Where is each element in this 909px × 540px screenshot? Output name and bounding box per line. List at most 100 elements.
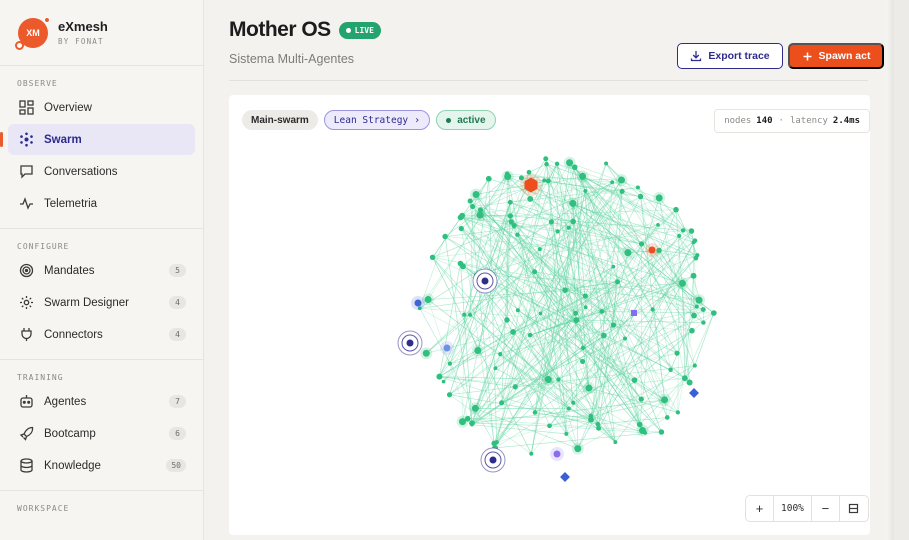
- agent-node[interactable]: [544, 161, 549, 167]
- connector-node[interactable]: [560, 472, 570, 482]
- agent-node[interactable]: [429, 254, 436, 261]
- agent-node[interactable]: [610, 322, 617, 328]
- agent-node[interactable]: [574, 445, 582, 453]
- agent-node[interactable]: [422, 349, 430, 357]
- agent-node[interactable]: [710, 310, 717, 316]
- agent-node[interactable]: [566, 406, 571, 411]
- agent-node[interactable]: [638, 241, 645, 247]
- agent-node[interactable]: [604, 161, 609, 166]
- agent-node[interactable]: [507, 199, 513, 205]
- agent-node[interactable]: [544, 376, 552, 384]
- agent-node[interactable]: [515, 232, 520, 237]
- agent-node[interactable]: [545, 178, 551, 184]
- agent-node[interactable]: [690, 272, 697, 279]
- agent-node[interactable]: [650, 307, 655, 312]
- agent-node[interactable]: [447, 361, 453, 366]
- agent-node[interactable]: [656, 222, 660, 227]
- agent-node[interactable]: [470, 204, 476, 210]
- agent-node[interactable]: [548, 219, 554, 225]
- special-agent-node[interactable]: [648, 246, 656, 254]
- agent-node[interactable]: [527, 332, 533, 338]
- mandate-node[interactable]: [631, 310, 637, 316]
- agent-node[interactable]: [701, 320, 706, 325]
- sidebar-item-swarm-designer[interactable]: Swarm Designer 4: [8, 287, 195, 318]
- agent-node[interactable]: [537, 247, 542, 252]
- agent-node[interactable]: [573, 317, 580, 323]
- special-agent-node[interactable]: [414, 299, 422, 307]
- agent-node[interactable]: [570, 218, 576, 225]
- agent-node[interactable]: [442, 233, 448, 240]
- agent-node[interactable]: [476, 211, 484, 219]
- brand[interactable]: XM eXmesh BY FONAT: [0, 0, 203, 66]
- agent-node[interactable]: [588, 416, 594, 423]
- agent-node[interactable]: [504, 317, 510, 323]
- agent-node[interactable]: [631, 377, 638, 383]
- agent-node[interactable]: [611, 264, 616, 269]
- hub-agent-node[interactable]: [481, 277, 489, 285]
- sidebar-item-agentes[interactable]: Agentes 7: [8, 386, 195, 417]
- agent-node[interactable]: [571, 400, 576, 405]
- swarm-canvas[interactable]: Main-swarm Lean Strategy › active nodes …: [229, 95, 870, 535]
- agent-node[interactable]: [498, 352, 503, 357]
- sidebar-item-conversations[interactable]: Conversations: [8, 156, 195, 187]
- agent-node[interactable]: [554, 161, 560, 166]
- agent-node[interactable]: [441, 379, 446, 384]
- agent-node[interactable]: [564, 431, 569, 436]
- agent-node[interactable]: [459, 212, 466, 219]
- agent-node[interactable]: [424, 296, 432, 304]
- agent-node[interactable]: [596, 425, 602, 431]
- agent-node[interactable]: [446, 392, 453, 398]
- agent-node[interactable]: [623, 336, 628, 341]
- agent-node[interactable]: [580, 345, 586, 350]
- sidebar-item-mandates[interactable]: Mandates 5: [8, 255, 195, 286]
- agent-node[interactable]: [526, 169, 532, 175]
- sidebar-item-overview[interactable]: Overview: [8, 92, 195, 123]
- agent-node[interactable]: [675, 410, 680, 415]
- agent-node[interactable]: [585, 384, 593, 392]
- agent-node[interactable]: [601, 332, 607, 339]
- agent-node[interactable]: [599, 309, 605, 314]
- agent-node[interactable]: [571, 164, 578, 171]
- agent-node[interactable]: [681, 375, 688, 382]
- agent-node[interactable]: [538, 311, 543, 316]
- agent-node[interactable]: [583, 305, 588, 310]
- agent-node[interactable]: [470, 422, 474, 427]
- agent-node[interactable]: [556, 377, 561, 382]
- agent-node[interactable]: [580, 358, 586, 364]
- agent-node[interactable]: [583, 189, 588, 193]
- agent-node[interactable]: [615, 279, 621, 285]
- sidebar-item-telemetria[interactable]: Telemetria: [8, 188, 195, 219]
- agent-node[interactable]: [474, 347, 482, 355]
- agent-node[interactable]: [693, 255, 699, 261]
- agent-node[interactable]: [613, 440, 618, 445]
- zoom-in-button[interactable]: +: [746, 496, 774, 521]
- agent-node[interactable]: [464, 415, 471, 422]
- agent-node[interactable]: [680, 228, 686, 233]
- agent-node[interactable]: [462, 312, 467, 317]
- agent-node[interactable]: [674, 350, 680, 356]
- sidebar-item-swarm[interactable]: Swarm: [0, 124, 195, 155]
- agent-node[interactable]: [691, 240, 696, 245]
- hub-agent-node[interactable]: [406, 339, 414, 347]
- agent-node[interactable]: [527, 195, 534, 202]
- agent-node[interactable]: [635, 185, 640, 190]
- agent-node[interactable]: [579, 172, 587, 180]
- agent-node[interactable]: [624, 249, 632, 257]
- agent-node[interactable]: [542, 178, 547, 183]
- agent-node[interactable]: [638, 396, 644, 402]
- agent-node[interactable]: [664, 415, 670, 420]
- agent-node[interactable]: [619, 188, 625, 194]
- agent-node[interactable]: [555, 229, 560, 234]
- agent-node[interactable]: [532, 410, 538, 415]
- agent-node[interactable]: [515, 308, 520, 313]
- agent-node[interactable]: [695, 296, 703, 304]
- agent-node[interactable]: [573, 310, 579, 316]
- swarm-chip[interactable]: Main-swarm: [242, 110, 318, 130]
- zoom-out-button[interactable]: −: [812, 496, 840, 521]
- agent-node[interactable]: [467, 198, 473, 204]
- agent-node[interactable]: [543, 156, 549, 162]
- agent-node[interactable]: [569, 199, 577, 207]
- agent-node[interactable]: [562, 287, 568, 293]
- connector-node[interactable]: [689, 388, 699, 398]
- spawn-act-button[interactable]: Spawn act: [788, 43, 884, 69]
